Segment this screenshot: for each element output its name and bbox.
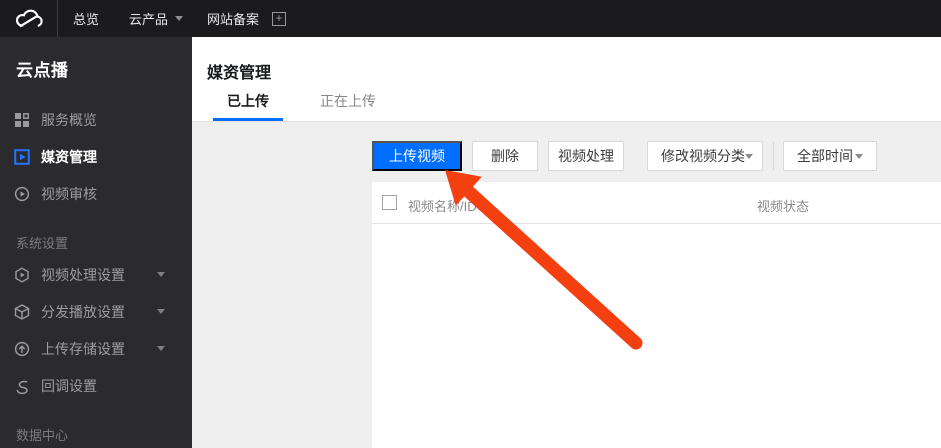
sidebar-item-callback-settings[interactable]: 回调设置: [0, 367, 192, 404]
review-play-icon: [14, 186, 30, 201]
sidebar-product-title: 云点播: [16, 61, 69, 80]
chevron-down-icon: [157, 346, 165, 351]
sidebar-section-data-center: 数据中心: [16, 428, 69, 443]
grid-icon: [15, 112, 29, 127]
column-header-video-status: 视频状态: [757, 199, 810, 214]
process-icon: [15, 266, 29, 283]
content-area: 上传视频 删除 视频处理 修改视频分类 全部时间 视频名称/ID 视频状态: [192, 122, 941, 448]
sidebar-item-label: 上传存储设置: [41, 340, 125, 357]
chevron-down-icon: [745, 153, 753, 159]
time-filter-dropdown[interactable]: 全部时间: [783, 141, 877, 171]
sidebar-item-label: 视频处理设置: [41, 266, 125, 283]
chevron-down-icon: [157, 272, 165, 277]
distribute-cube-icon: [14, 303, 30, 320]
upload-video-button[interactable]: 上传视频: [372, 141, 462, 171]
tab-uploading[interactable]: 正在上传: [306, 89, 390, 121]
modify-category-label: 修改视频分类: [661, 148, 745, 164]
tencent-cloud-logo[interactable]: [0, 0, 58, 37]
main-content: 媒资管理 已上传 正在上传 上传视频 删除 视频处理 修改视频分类 全部时间 视…: [192, 37, 941, 448]
add-service-icon[interactable]: +: [272, 11, 287, 26]
media-play-icon: [14, 148, 30, 165]
sidebar-section-system-settings: 系统设置: [16, 236, 69, 251]
sidebar-item-label: 视频审核: [41, 185, 97, 202]
column-header-video-name: 视频名称/ID: [408, 199, 477, 214]
sidebar-item-video-review[interactable]: 视频审核: [0, 175, 192, 212]
top-navbar: 总览 云产品 网站备案 +: [0, 0, 941, 37]
topnav-website-icp[interactable]: 网站备案: [207, 9, 259, 28]
video-table-panel: 视频名称/ID 视频状态: [372, 182, 941, 448]
callback-icon: [16, 380, 28, 394]
tab-uploaded-label: 已上传: [227, 92, 269, 109]
cloud-logo-icon: [15, 9, 43, 27]
tab-uploaded[interactable]: 已上传: [213, 89, 283, 121]
sidebar-item-label: 回调设置: [41, 377, 97, 394]
topnav-website-icp-label: 网站备案: [207, 12, 260, 27]
sidebar-item-label: 媒资管理: [41, 148, 97, 165]
sidebar-item-distribution-playback-settings[interactable]: 分发播放设置: [0, 293, 192, 330]
vod-console-page: 总览 云产品 网站备案 + 云点播 服务概览 媒资管理 视频审核 系统设置 视频…: [0, 0, 941, 448]
video-process-button[interactable]: 视频处理: [548, 141, 624, 171]
sidebar-item-service-overview[interactable]: 服务概览: [0, 101, 192, 138]
topnav-cloud-products-label: 云产品: [129, 12, 169, 27]
table-header-row: 视频名称/ID 视频状态: [372, 182, 941, 224]
sidebar: 云点播 服务概览 媒资管理 视频审核 系统设置 视频处理设置 分发播放设置 上传…: [0, 37, 192, 448]
sidebar-item-video-processing-settings[interactable]: 视频处理设置: [0, 256, 192, 293]
sidebar-item-upload-storage-settings[interactable]: 上传存储设置: [0, 330, 192, 367]
tab-uploading-label: 正在上传: [320, 92, 376, 109]
tab-bar: 已上传 正在上传: [192, 37, 941, 122]
sidebar-item-label: 分发播放设置: [41, 303, 125, 320]
toolbar: 上传视频 删除 视频处理 修改视频分类 全部时间: [372, 141, 877, 171]
modify-category-dropdown[interactable]: 修改视频分类: [647, 141, 763, 171]
sidebar-item-label: 服务概览: [41, 111, 97, 128]
toolbar-divider: [773, 142, 774, 170]
topnav-overview-label: 总览: [73, 12, 100, 27]
chevron-down-icon: [157, 309, 165, 314]
select-all-checkbox[interactable]: [382, 195, 397, 210]
chevron-down-icon: [855, 153, 863, 159]
upload-storage-icon: [14, 341, 30, 356]
delete-button[interactable]: 删除: [472, 141, 538, 171]
time-filter-label: 全部时间: [797, 148, 853, 164]
topnav-cloud-products[interactable]: 云产品: [129, 9, 184, 28]
chevron-down-icon: [175, 16, 184, 21]
sidebar-item-media-management[interactable]: 媒资管理: [0, 138, 192, 175]
topnav-overview[interactable]: 总览: [73, 9, 99, 28]
